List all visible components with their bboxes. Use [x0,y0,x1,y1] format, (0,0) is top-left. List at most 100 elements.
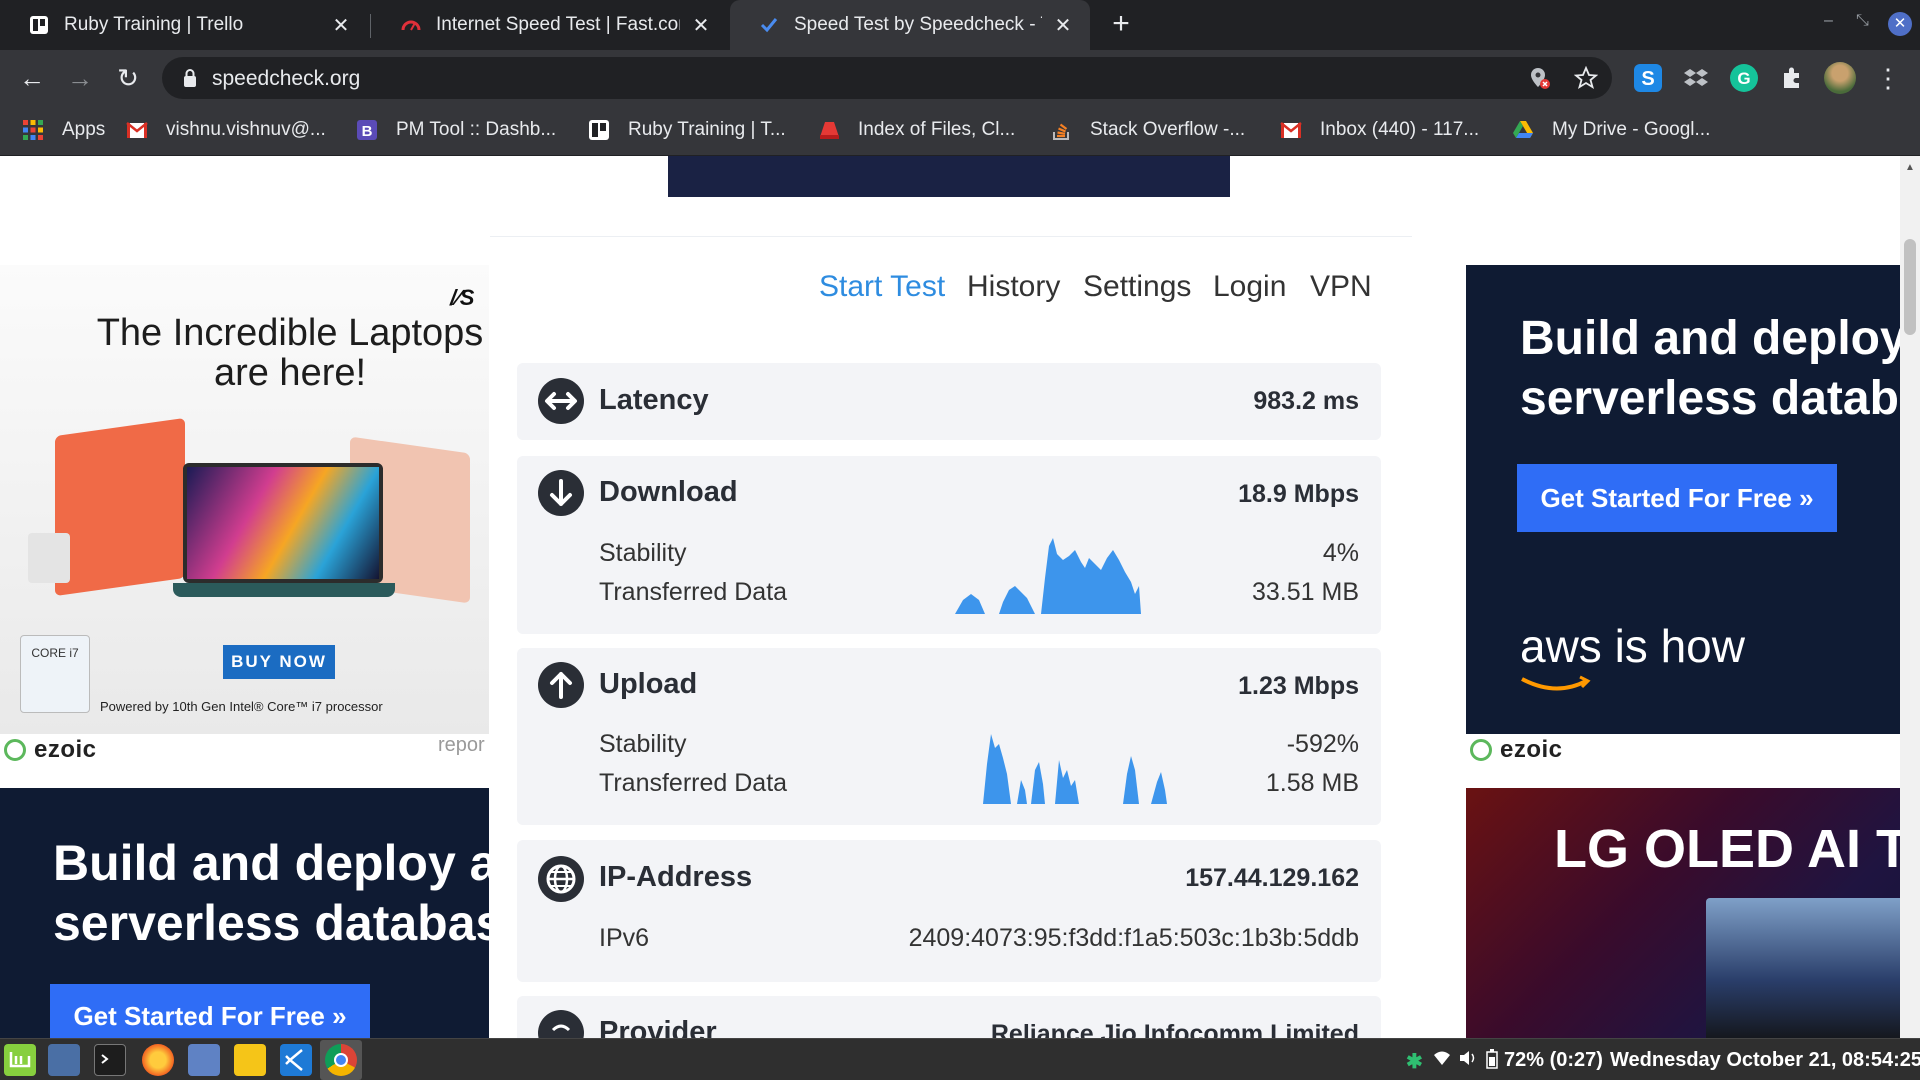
bookmark-pm-tool[interactable]: B PM Tool :: Dashb... [356,106,556,154]
minimize-window-icon[interactable]: – [1824,12,1833,30]
buy-now-button[interactable]: BUY NOW [223,645,335,679]
tab-speedcheck[interactable]: Speed Test by Speedcheck - Te ✕ [730,0,1090,50]
apps-grid-icon [23,120,43,140]
aws-ad-right[interactable]: Build and deploy serverless datab Get St… [1466,265,1900,734]
aws-ad-line1: Build and deploy a [53,835,489,891]
location-blocked-icon[interactable] [1528,66,1552,90]
extensions-puzzle-icon[interactable] [1778,64,1806,92]
back-arrow-icon[interactable]: ← [16,62,48,94]
close-tab-icon[interactable]: ✕ [690,14,712,37]
scrollbar-thumb[interactable] [1904,239,1916,335]
latency-card: Latency 983.2 ms [517,363,1381,440]
scroll-up-icon[interactable]: ▲ [1905,162,1915,173]
bookmark-gmail-inbox[interactable]: Inbox (440) - 117... [1280,106,1479,154]
grammarly-extension-icon[interactable]: G [1730,64,1758,92]
show-desktop-icon[interactable] [48,1044,80,1076]
tab-fast-com[interactable]: Internet Speed Test | Fast.com ✕ [372,0,728,50]
close-tab-icon[interactable]: ✕ [330,14,352,37]
orange-laptop-image [55,417,185,597]
tab-ruby-training[interactable]: Ruby Training | Trello ✕ [0,0,368,50]
address-bar[interactable]: speedcheck.org [162,57,1612,99]
download-card: Download 18.9 Mbps Stability 4% Transfer… [517,456,1381,634]
fast-com-icon [400,14,422,36]
upload-stability-value: -592% [1286,730,1359,758]
taskbar: ✱ 72% (0:27) Wednesday October 21, 08:54… [0,1038,1920,1080]
aws-tagline: aws is how [1520,620,1745,672]
battery-icon[interactable] [1486,1049,1498,1075]
ezoic-badge-right[interactable]: ezoic [1470,736,1563,764]
get-started-button[interactable]: Get Started For Free » [1517,464,1837,532]
bookmark-gmail-vishnu[interactable]: vishnu.vishnuv@... [126,106,326,154]
dropbox-extension-icon[interactable] [1682,64,1710,92]
upload-label: Upload [599,668,698,700]
page-scrollbar[interactable]: ▲ [1900,156,1920,1038]
bookmark-google-drive[interactable]: My Drive - Googl... [1512,106,1710,154]
ezoic-badge-left[interactable]: ezoic [4,736,97,764]
browser-toolbar: ← → ↻ speedcheck.org S G ⋮ [0,50,1920,106]
lg-oled-ad[interactable]: LG OLED AI Th [1466,788,1900,1038]
bookmark-label: My Drive - Googl... [1552,119,1711,140]
report-link[interactable]: repor [438,734,485,757]
wifi-icon[interactable] [1432,1049,1452,1073]
get-started-button[interactable]: Get Started For Free » [50,984,370,1038]
app-launcher-icon[interactable] [234,1044,266,1076]
nav-settings[interactable]: Settings [1083,270,1191,304]
tab-title: Speed Test by Speedcheck - Te [794,14,1042,35]
download-arrow-icon [538,470,584,516]
ad-headline: The Incredible Laptops are here! [40,313,489,393]
nav-vpn[interactable]: VPN [1310,270,1372,304]
vscode-icon[interactable] [280,1044,312,1076]
bookmarks-bar: Apps vishnu.vishnuv@... B PM Tool :: Das… [0,106,1920,156]
restore-window-icon[interactable]: ⤡ [1856,12,1869,30]
bookmark-star-icon[interactable] [1574,66,1598,90]
tv-screen-image [1706,898,1900,1038]
bookmark-label: Inbox (440) - 117... [1320,119,1480,140]
nav-start-test[interactable]: Start Test [819,270,945,304]
latency-label: Latency [599,384,709,416]
ad-headline-line1: The Incredible Laptops [96,312,484,354]
close-tab-icon[interactable]: ✕ [1052,14,1074,37]
aws-ad-line2: serverless datab [1520,372,1899,425]
trello-icon [589,120,609,140]
terminal-icon[interactable] [94,1044,126,1076]
bluetooth-icon[interactable]: ✱ [1406,1049,1423,1074]
bookmark-label: PM Tool :: Dashb... [396,119,557,140]
laptop-ad[interactable]: /∕S The Incredible Laptops are here! BUY… [0,265,489,734]
files-folder-icon[interactable] [188,1044,220,1076]
bookmark-apps[interactable]: Apps [22,106,105,154]
download-stability-value: 4% [1322,539,1359,567]
skype-extension-icon[interactable]: S [1634,64,1662,92]
forward-arrow-icon[interactable]: → [64,62,96,94]
firefox-icon[interactable] [142,1044,174,1076]
upload-value: 1.23 Mbps [1238,672,1359,700]
upload-speed-graph [983,734,1167,804]
mint-menu-icon[interactable] [4,1044,36,1076]
bookmark-label: Index of Files, Cl... [858,119,1016,140]
browser-menu-icon[interactable]: ⋮ [1872,62,1904,94]
profile-avatar[interactable] [1824,62,1856,94]
upload-transferred-label: Transferred Data [599,769,788,797]
volume-icon[interactable] [1458,1049,1478,1073]
aws-ad-left[interactable]: Build and deploy a serverless databas Ge… [0,788,489,1038]
clock[interactable]: Wednesday October 21, 08:54:25 [1610,1049,1920,1072]
upload-transferred-value: 1.58 MB [1265,769,1359,797]
svg-text:G: G [1737,69,1750,88]
chrome-icon[interactable] [325,1044,357,1076]
download-stability-label: Stability [599,539,687,567]
tab-title: Internet Speed Test | Fast.com [436,14,680,35]
nav-login[interactable]: Login [1213,270,1286,304]
bookmark-index-of-files[interactable]: Index of Files, Cl... [818,106,1015,154]
upload-stability-label: Stability [599,730,687,758]
bookmark-stack-overflow[interactable]: Stack Overflow -... [1050,106,1245,154]
speedcheck-check-icon [758,14,780,36]
trello-icon [28,14,50,36]
reload-icon[interactable]: ↻ [112,62,144,94]
nav-history[interactable]: History [967,270,1060,304]
folder-icon [820,122,839,139]
close-window-icon[interactable]: ✕ [1888,12,1912,36]
top-banner-ad[interactable] [668,156,1230,197]
latency-arrows-icon [538,378,584,424]
bookmark-label: Stack Overflow -... [1090,119,1246,140]
bookmark-ruby-training[interactable]: Ruby Training | T... [588,106,786,154]
new-tab-button[interactable]: + [1106,9,1136,40]
